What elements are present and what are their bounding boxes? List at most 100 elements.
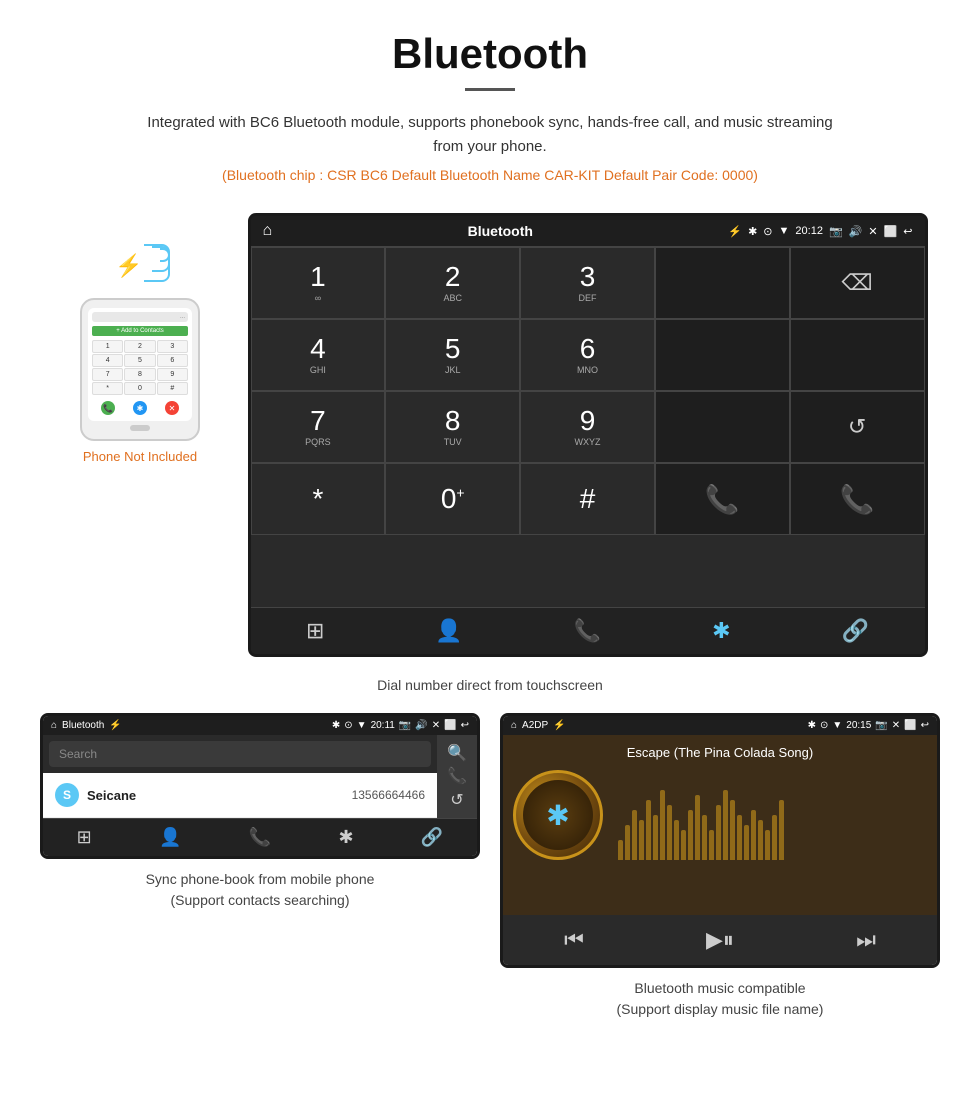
dial-8[interactable]: 8 TUV [385,391,520,463]
pb-search-placeholder: Search [59,747,97,761]
viz-bar [779,800,784,860]
dial-3[interactable]: 3 DEF [520,247,655,319]
wifi-icon: ▼ [779,225,790,237]
pb-home-icon[interactable]: ⌂ [51,720,57,731]
phonebook-caption-line1: Sync phone-book from mobile phone [146,871,375,887]
statusbar-title: Bluetooth [468,223,533,239]
viz-bar [744,825,749,860]
viz-bar [737,815,742,860]
music-bt-icon: ✱ [808,720,816,731]
dial-9[interactable]: 9 WXYZ [520,391,655,463]
viz-bar [688,810,693,860]
pb-win-icon[interactable]: ⬜ [444,720,456,731]
dial-sub-7: PQRS [305,437,331,447]
dial-0[interactable]: 0+ [385,463,520,535]
music-caption: Bluetooth music compatible (Support disp… [500,978,940,1020]
pb-search-bar[interactable]: Search [49,741,431,767]
dial-6[interactable]: 6 MNO [520,319,655,391]
close-icon[interactable]: ✕ [868,225,877,238]
music-disc-inner: ✱ [523,780,593,850]
pb-contact-letter: S [55,783,79,807]
dial-num-9: 9 [580,407,596,435]
music-next-btn[interactable]: ⏭ [856,927,876,953]
viz-bar [632,810,637,860]
dial-1[interactable]: 1 ∞ [251,247,386,319]
pb-nav-bt-icon[interactable]: ✱ [338,827,353,848]
pb-nav-link-icon[interactable]: 🔗 [421,827,443,848]
car-unit-display: ⌂ Bluetooth ⚡ ✱ ⊙ ▼ 20:12 📷 🔊 ✕ ⬜ ↩ 1 ∞ [248,213,928,657]
phone-key-7: 7 [92,368,123,381]
pb-nav-user-icon[interactable]: 👤 [159,827,181,848]
bt-status-icon: ✱ [748,225,757,238]
pb-back-icon[interactable]: ↩ [461,720,469,731]
music-visualizer [618,770,927,860]
statusbar-time: 20:12 [795,225,823,237]
phone-screen: ... + Add to Contacts 1 2 3 4 5 6 7 8 9 … [88,308,192,421]
main-content: ⚡ ... + Add to Contacts 1 2 3 4 5 6 7 [0,213,980,657]
car-statusbar: ⌂ Bluetooth ⚡ ✱ ⊙ ▼ 20:12 📷 🔊 ✕ ⬜ ↩ [251,216,925,246]
phone-bottom-bar: 📞 ✱ ✕ [92,399,188,417]
pb-nav-grid-icon[interactable]: ⊞ [77,827,92,848]
dial-num-0: 0+ [441,485,465,513]
dial-2[interactable]: 2 ABC [385,247,520,319]
home-icon[interactable]: ⌂ [263,222,273,240]
dial-sub-6: MNO [577,365,598,375]
title-divider [465,88,515,91]
phonebook-caption-line2: (Support contacts searching) [171,892,350,908]
dial-5[interactable]: 5 JKL [385,319,520,391]
pb-statusbar-right: ✱ ⊙ ▼ 20:11 📷 🔊 ✕ ⬜ ↩ [332,720,469,731]
pb-statusbar: ⌂ Bluetooth ⚡ ✱ ⊙ ▼ 20:11 📷 🔊 ✕ ⬜ ↩ [43,716,477,735]
dial-call-red[interactable]: 📞 [790,463,925,535]
dial-backspace[interactable]: ⌫ [790,247,925,319]
statusbar-left: ⌂ [263,222,273,240]
usb-icon: ⚡ [728,225,742,238]
dial-call-green[interactable]: 📞 [655,463,790,535]
nav-contacts-icon[interactable]: 👤 [435,618,462,644]
nav-calls-icon[interactable]: 📞 [574,618,601,644]
viz-bar [639,820,644,860]
pb-nav-phone-icon[interactable]: 📞 [249,827,271,848]
pb-bottom-nav: ⊞ 👤 📞 ✱ 🔗 [43,818,477,856]
pb-statusbar-left: ⌂ Bluetooth ⚡ [51,720,122,731]
music-back-icon[interactable]: ↩ [921,720,929,731]
music-bt-overlay-icon: ✱ [546,799,569,832]
pb-contact-row[interactable]: S Seicane 13566664466 [43,773,437,818]
phonebook-caption: Sync phone-book from mobile phone (Suppo… [40,869,480,911]
dial-display [655,247,790,319]
wave-line-3 [144,244,170,282]
dial-sub-3: DEF [578,293,596,303]
camera-icon: 📷 [829,225,843,238]
music-win-icon[interactable]: ⬜ [904,720,916,731]
nav-dialpad-icon[interactable]: ⊞ [306,618,324,644]
phone-keypad: 1 2 3 4 5 6 7 8 9 * 0 # [92,340,188,395]
dial-sub-5: JKL [445,365,461,375]
bottom-panels: ⌂ Bluetooth ⚡ ✱ ⊙ ▼ 20:11 📷 🔊 ✕ ⬜ ↩ [0,713,980,1020]
dial-num-5: 5 [445,335,461,363]
pb-close-icon[interactable]: ✕ [432,720,440,731]
pb-refresh-icon[interactable]: ↺ [450,790,463,810]
pb-call-icon[interactable]: 📞 [447,766,467,786]
pb-usb-icon: ⚡ [109,720,121,731]
window-icon[interactable]: ⬜ [884,225,898,238]
dial-num-1: 1 [310,263,326,291]
dial-hash[interactable]: # [520,463,655,535]
nav-bluetooth-icon[interactable]: ✱ [712,618,730,644]
phone-key-5: 5 [124,354,155,367]
dial-7[interactable]: 7 PQRS [251,391,386,463]
phone-key-star: * [92,382,123,395]
pb-title: Bluetooth [62,720,104,731]
dial-4[interactable]: 4 GHI [251,319,386,391]
music-time: 20:15 [846,720,871,731]
music-prev-btn[interactable]: ⏮ [564,927,584,953]
music-play-pause-btn[interactable]: ▶⏸ [706,927,734,953]
nav-link-icon[interactable]: 🔗 [842,618,869,644]
phone-key-9: 9 [157,368,188,381]
music-home-icon[interactable]: ⌂ [511,720,517,731]
phone-status-bar: ... [92,312,188,322]
music-close-icon[interactable]: ✕ [892,720,900,731]
pb-search-icon[interactable]: 🔍 [447,743,467,763]
back-icon[interactable]: ↩ [903,225,912,238]
dial-refresh[interactable]: ↺ [790,391,925,463]
dial-star[interactable]: * [251,463,386,535]
viz-bar [646,800,651,860]
